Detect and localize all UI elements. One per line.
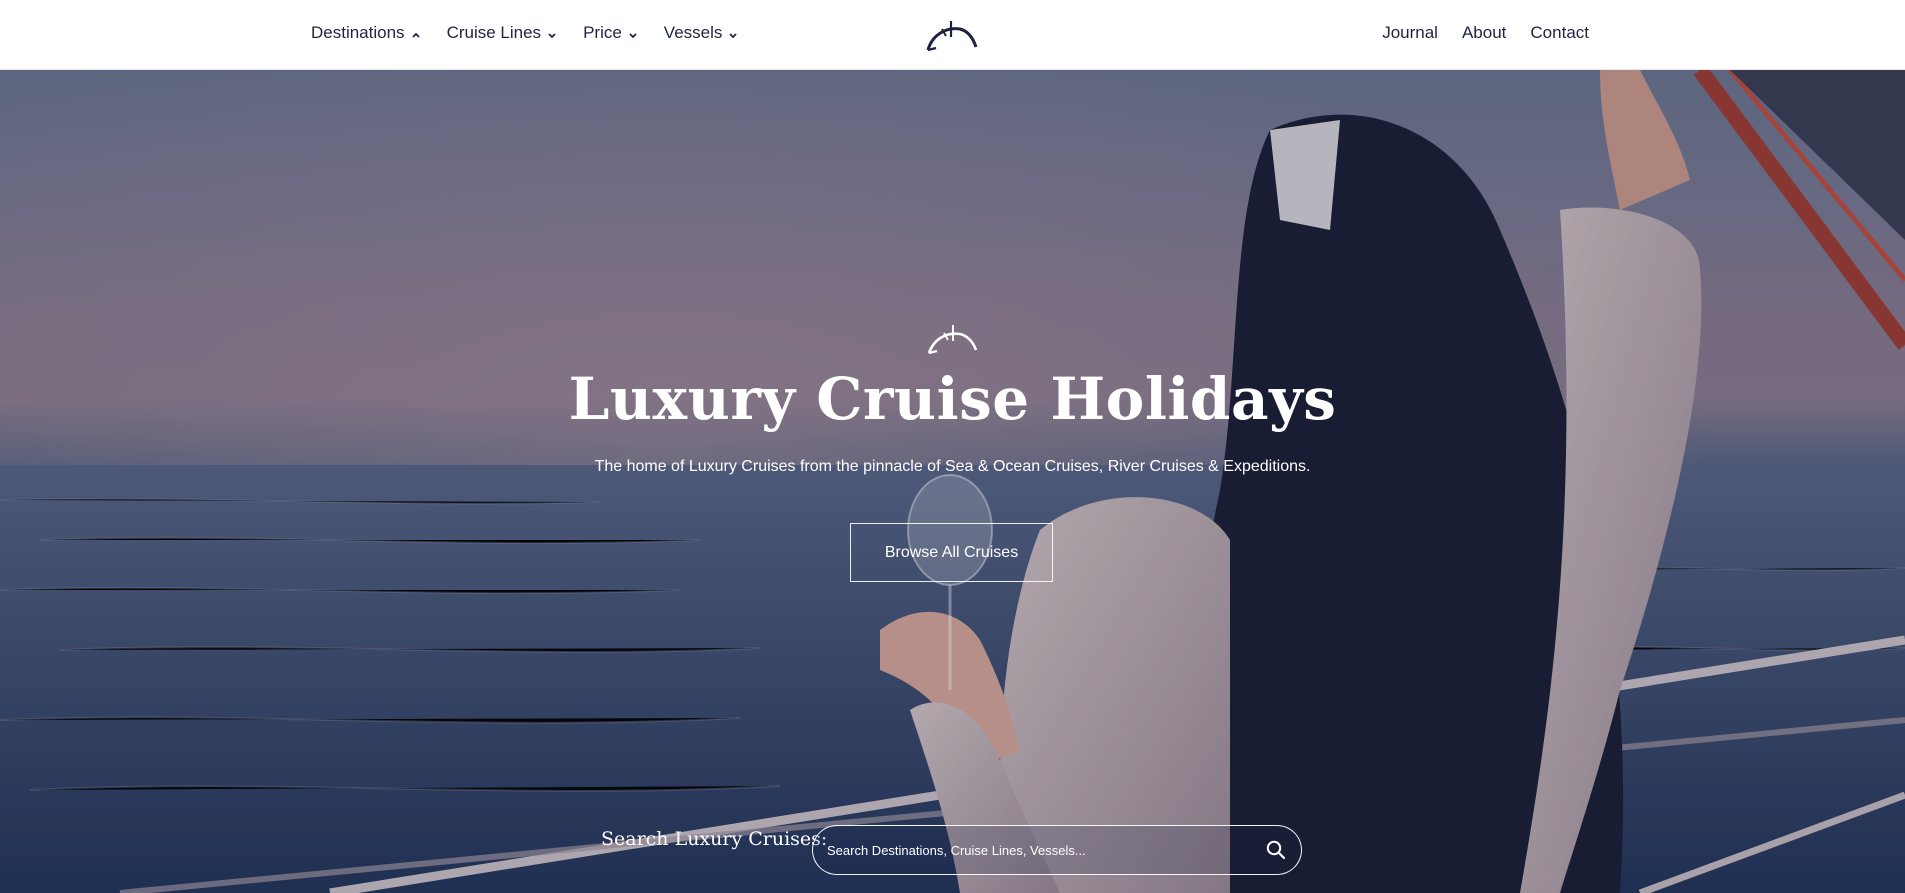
site-header: Destinations Cruise Lines Price Vessels — [0, 0, 1905, 70]
nav-destinations-label: Destinations — [311, 23, 405, 42]
search-icon[interactable] — [1265, 839, 1287, 861]
nav-journal-label: Journal — [1382, 23, 1438, 42]
chevron-down-icon — [629, 33, 637, 39]
nav-about[interactable]: About — [1462, 23, 1506, 43]
nav-contact-label: Contact — [1530, 23, 1589, 42]
browse-all-cruises-label: Browse All Cruises — [884, 543, 1019, 561]
nav-vessels[interactable]: Vessels — [664, 23, 739, 43]
nav-vessels-label: Vessels — [663, 23, 723, 42]
nav-cruise-lines-label: Cruise Lines — [446, 23, 542, 42]
browse-all-cruises-button[interactable]: Browse All Cruises — [850, 523, 1053, 582]
nav-price[interactable]: Price — [583, 23, 638, 43]
chevron-down-icon — [548, 33, 556, 39]
nav-about-label: About — [1461, 23, 1507, 42]
ship-arc-logo-icon — [927, 325, 978, 355]
hero-subtitle: The home of Luxury Cruises from the pinn… — [594, 458, 1311, 475]
hero-overlay — [0, 70, 1905, 893]
nav-contact[interactable]: Contact — [1530, 23, 1589, 43]
search-label: Search Luxury Cruises: — [601, 828, 828, 850]
hero-section: Luxury Cruise Holidays The home of Luxur… — [0, 70, 1905, 893]
secondary-nav: Journal About Contact — [1382, 0, 1589, 66]
nav-price-label: Price — [583, 23, 622, 42]
nav-journal[interactable]: Journal — [1382, 23, 1438, 43]
chevron-up-icon — [411, 32, 420, 38]
chevron-down-icon — [729, 33, 738, 39]
ship-arc-logo-icon[interactable] — [924, 17, 980, 53]
hero-title: Luxury Cruise Holidays — [568, 365, 1337, 433]
search-input[interactable] — [825, 826, 1245, 874]
nav-cruise-lines[interactable]: Cruise Lines — [447, 23, 558, 43]
primary-nav: Destinations Cruise Lines Price Vessels — [311, 0, 738, 66]
search-box — [812, 825, 1302, 875]
nav-destinations[interactable]: Destinations — [311, 23, 421, 43]
